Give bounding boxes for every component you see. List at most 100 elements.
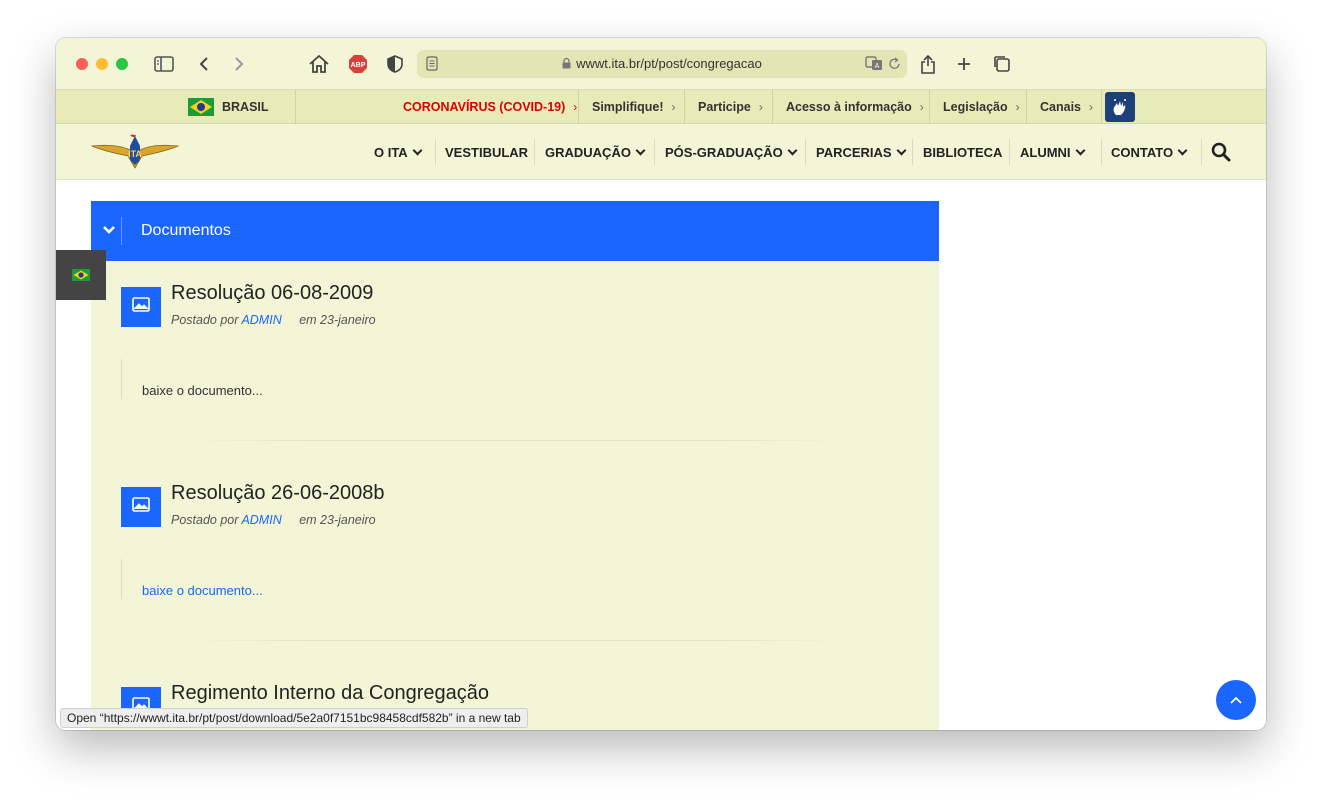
nav-o-ita[interactable]: O ITA [374, 124, 423, 180]
adblock-icon[interactable]: ABP [347, 52, 369, 76]
gov-link-label: Canais [1040, 100, 1081, 114]
gov-separator [772, 90, 773, 124]
gov-link-canais[interactable]: Canais › [1040, 90, 1093, 124]
post-date: em 23-janeiro [299, 513, 376, 527]
gov-link-covid[interactable]: CORONAVÍRUS (COVID-19) › [403, 90, 577, 124]
excerpt-border [121, 359, 122, 399]
page-content: Documentos Resolução 06-08-2009 Postado … [56, 180, 1266, 730]
search-icon [1211, 142, 1231, 162]
post-title[interactable]: Resolução 26-06-2008b [171, 482, 385, 505]
chevron-down-icon [412, 145, 423, 155]
post-title[interactable]: Resolução 06-08-2009 [171, 282, 373, 305]
nav-separator [1201, 139, 1202, 165]
chevron-down-icon [1177, 145, 1188, 155]
tabs-icon[interactable] [992, 52, 1012, 76]
translate-icon[interactable]: A [865, 56, 883, 76]
zoom-window-button[interactable] [116, 58, 128, 70]
gov-link-label: Participe [698, 100, 751, 114]
nav-biblioteca[interactable]: BIBLIOTECA [923, 124, 1002, 180]
reload-icon[interactable] [889, 57, 901, 75]
image-icon [132, 297, 150, 312]
chevron-right-icon: › [919, 100, 924, 114]
accessibility-libras-button[interactable] [1105, 92, 1135, 122]
brazil-flag-icon [72, 269, 90, 281]
nav-vestibular[interactable]: VESTIBULAR [445, 124, 528, 180]
post-title[interactable]: Regimento Interno da Congregação [171, 682, 489, 705]
gov-separator [1101, 90, 1102, 124]
back-icon[interactable] [196, 52, 212, 76]
forward-icon[interactable] [231, 52, 247, 76]
nav-alumni[interactable]: ALUMNI [1020, 124, 1085, 180]
share-icon[interactable] [919, 52, 937, 76]
language-selector[interactable] [56, 250, 106, 300]
nav-pos-graduacao[interactable]: PÓS-GRADUAÇÃO [665, 124, 798, 180]
sidebar-icon[interactable] [152, 52, 176, 76]
sign-language-icon [1110, 97, 1130, 117]
nav-separator [1009, 139, 1010, 165]
browser-window: ABP wwwt.ita.br/pt/post/congregacao A BR… [56, 38, 1266, 730]
post-author-link[interactable]: ADMIN [241, 513, 281, 527]
url-text: wwwt.ita.br/pt/post/congregacao [576, 56, 762, 71]
minimize-window-button[interactable] [96, 58, 108, 70]
brazil-flag-icon [188, 98, 214, 116]
posted-by-label: Postado por [171, 513, 239, 527]
nav-separator [654, 139, 655, 165]
post-meta: Postado por ADMIN em 23-janeiro [171, 313, 376, 327]
chevron-right-icon: › [1015, 100, 1020, 114]
gov-separator [1026, 90, 1027, 124]
search-button[interactable] [1211, 142, 1233, 164]
chevron-down-icon[interactable] [102, 224, 116, 236]
lock-icon [562, 57, 571, 72]
nav-parcerias[interactable]: PARCERIAS [816, 124, 907, 180]
address-bar[interactable]: wwwt.ita.br/pt/post/congregacao A [417, 50, 907, 78]
nav-contato[interactable]: CONTATO [1111, 124, 1188, 180]
chevron-down-icon [787, 145, 798, 155]
nav-label: BIBLIOTECA [923, 144, 1003, 160]
download-document-link[interactable]: baixe o documento... [142, 583, 263, 598]
new-tab-icon[interactable] [955, 52, 973, 76]
scroll-to-top-button[interactable] [1216, 680, 1256, 720]
post-divider [191, 440, 841, 441]
nav-graduacao[interactable]: GRADUAÇÃO [545, 124, 646, 180]
status-url: https://wwwt.ita.br/pt/post/download/5e2… [103, 711, 449, 725]
brasil-link[interactable]: BRASIL [188, 90, 269, 124]
nav-label: PÓS-GRADUAÇÃO [665, 144, 783, 160]
shield-icon[interactable] [385, 52, 405, 76]
post-excerpt: baixe o documento... [142, 383, 263, 398]
browser-toolbar: ABP wwwt.ita.br/pt/post/congregacao A [56, 38, 1266, 90]
adblock-label: ABP [351, 62, 366, 69]
gov-link-label: CORONAVÍRUS (COVID-19) [403, 100, 566, 114]
gov-link-legislacao[interactable]: Legislação › [943, 90, 1020, 124]
gov-separator [684, 90, 685, 124]
svg-text:ITA: ITA [128, 149, 142, 159]
nav-separator [805, 139, 806, 165]
nav-label: CONTATO [1111, 144, 1174, 160]
gov-link-label: Simplifique! [592, 100, 664, 114]
gov-link-acesso-informacao[interactable]: Acesso à informação › [786, 90, 924, 124]
nav-separator [1101, 139, 1102, 165]
home-icon[interactable] [308, 52, 330, 76]
gov-link-participe[interactable]: Participe › [698, 90, 763, 124]
site-header: ITA O ITA VESTIBULAR GRADUAÇÃO PÓS-GRADU… [56, 124, 1266, 180]
gov-link-label: Legislação [943, 100, 1008, 114]
chevron-down-icon [635, 145, 646, 155]
chevron-right-icon: › [758, 100, 763, 114]
chevron-right-icon: › [1089, 100, 1093, 114]
post-author-link[interactable]: ADMIN [241, 313, 281, 327]
documents-header[interactable]: Documentos [91, 201, 939, 261]
image-icon [132, 497, 150, 512]
nav-separator [435, 139, 436, 165]
brasil-label: BRASIL [222, 100, 269, 114]
gov-separator [578, 90, 579, 124]
post-divider [191, 640, 841, 641]
gov-link-label: Acesso à informação [786, 100, 912, 114]
post-meta: Postado por ADMIN em 23-janeiro [171, 513, 376, 527]
ita-logo[interactable]: ITA [90, 132, 180, 172]
header-divider [121, 217, 122, 245]
chevron-up-icon [1230, 696, 1242, 704]
url-display[interactable]: wwwt.ita.br/pt/post/congregacao [417, 56, 907, 72]
gov-link-simplifique[interactable]: Simplifique! › [592, 90, 676, 124]
nav-label: VESTIBULAR [445, 144, 529, 160]
nav-label: PARCERIAS [816, 144, 892, 160]
close-window-button[interactable] [76, 58, 88, 70]
